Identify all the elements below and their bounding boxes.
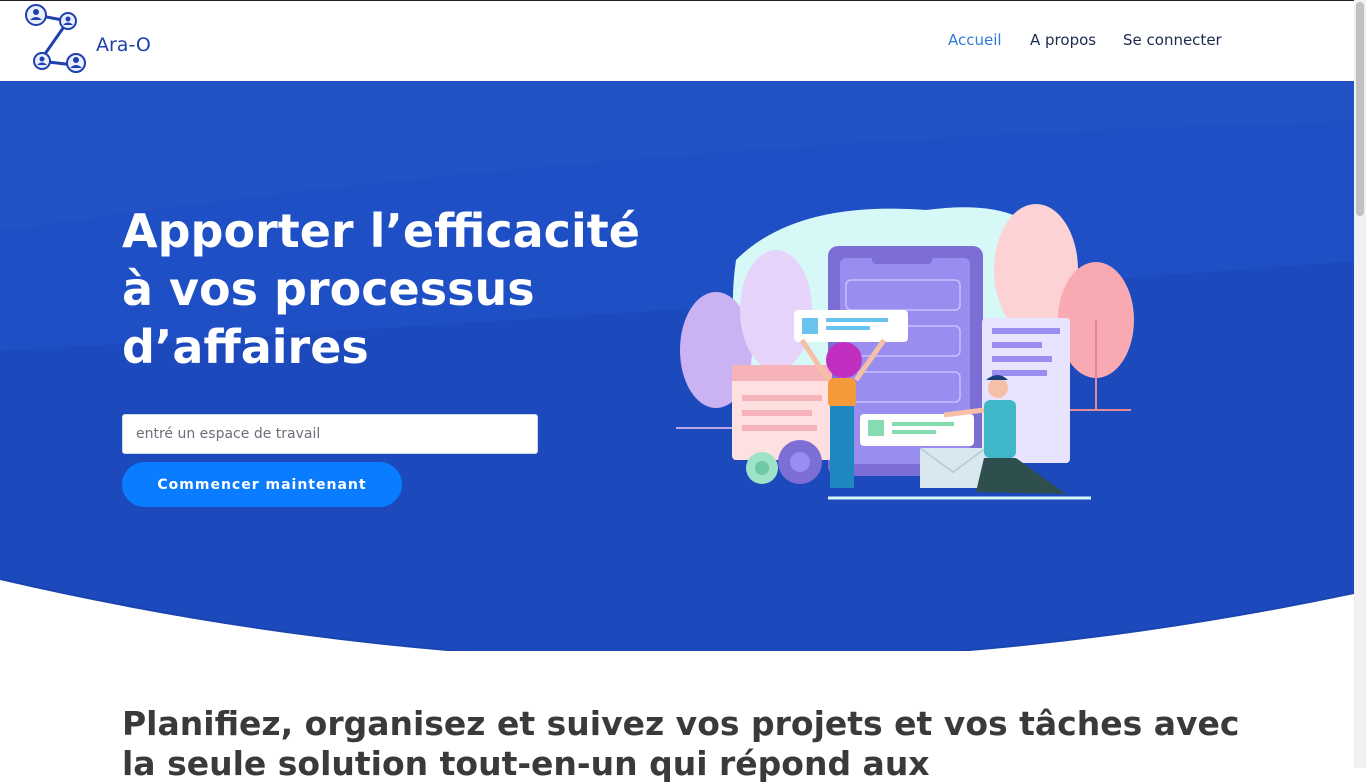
- site-header: Ara-O Accueil A propos Se connecter: [0, 1, 1354, 81]
- main-nav: Accueil A propos Se connecter: [0, 31, 1354, 55]
- business-process-illustration: [676, 204, 1134, 500]
- workspace-input[interactable]: [122, 414, 538, 454]
- page-scrollbar[interactable]: [1354, 0, 1366, 768]
- nav-link-a-propos[interactable]: A propos: [1030, 31, 1096, 49]
- start-now-button[interactable]: Commencer maintenant: [122, 462, 402, 507]
- hero-title: Apporter l’efficacité à vos processus d’…: [122, 204, 640, 374]
- nav-link-se-connecter[interactable]: Se connecter: [1123, 31, 1222, 49]
- nav-link-accueil[interactable]: Accueil: [948, 31, 1002, 49]
- hero-section: Apporter l’efficacité à vos processus d’…: [0, 81, 1354, 651]
- features-heading: Planifiez, organisez et suivez vos proje…: [122, 704, 1240, 783]
- scrollbar-thumb[interactable]: [1356, 2, 1364, 216]
